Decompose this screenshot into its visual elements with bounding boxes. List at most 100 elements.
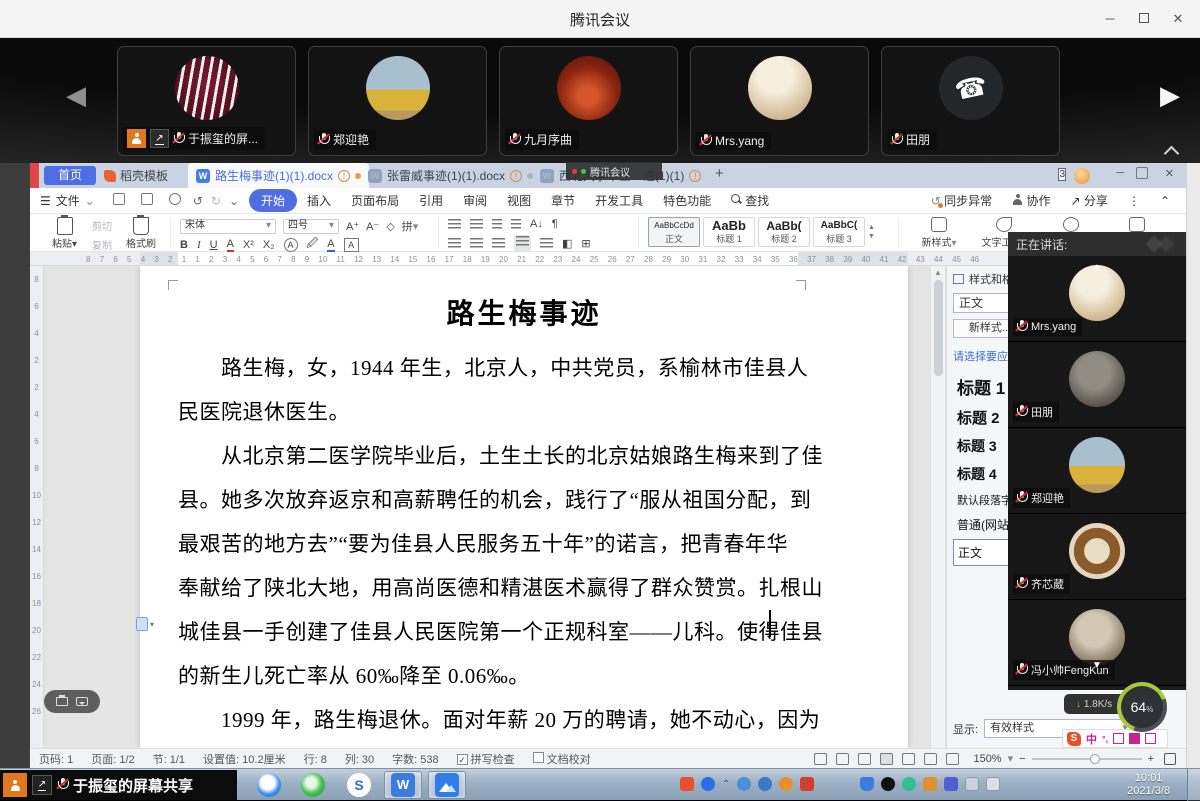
collaborate-button[interactable]: 协作: [1002, 189, 1060, 212]
doc-count-badge[interactable]: 3: [1058, 168, 1066, 182]
speaking-tile[interactable]: 冯小帅FengKun ▼: [1008, 600, 1186, 686]
pinyin-icon[interactable]: 拼▾: [402, 218, 419, 234]
tab-document-2[interactable]: 张雷威事迹(1)(1).docx: [360, 163, 541, 188]
tab-home[interactable]: 首页: [44, 166, 96, 185]
show-desktop-button[interactable]: [1187, 769, 1200, 801]
performance-gauge[interactable]: 64%: [1117, 682, 1167, 732]
new-style-button[interactable]: 新样式▾: [910, 217, 968, 249]
taskbar-wps[interactable]: W: [384, 771, 422, 799]
tray-icon[interactable]: [902, 777, 916, 791]
floating-tools-pill[interactable]: [44, 690, 100, 713]
input-method-bar[interactable]: S 中 °,: [1062, 729, 1168, 748]
tray-icon[interactable]: [800, 777, 814, 791]
superscript-button[interactable]: X²: [243, 239, 254, 251]
bullet-list-icon[interactable]: [448, 219, 461, 230]
menu-review[interactable]: 审阅: [453, 189, 497, 212]
subscript-button[interactable]: X₂: [263, 239, 275, 251]
shading-icon[interactable]: ◧: [562, 237, 572, 250]
char-effect-icon[interactable]: A: [284, 238, 298, 252]
style-normal[interactable]: AaBbCcDd 正文: [648, 217, 700, 247]
tab-templates[interactable]: 稻壳模板: [104, 166, 168, 185]
menu-view[interactable]: 视图: [497, 189, 541, 212]
align-justify-icon[interactable]: [514, 235, 531, 251]
char-border-icon[interactable]: A: [344, 238, 359, 252]
taskbar-meeting[interactable]: [428, 771, 466, 799]
taskbar-clock[interactable]: 10:01 2021/3/8: [1127, 772, 1170, 798]
menu-section[interactable]: 章节: [541, 189, 585, 212]
video-tile[interactable]: 郑迎艳: [308, 46, 487, 156]
close-button[interactable]: ✕: [1164, 8, 1192, 30]
sort-icon[interactable]: A↓: [530, 218, 543, 230]
preview-icon[interactable]: [161, 193, 189, 208]
tray-expand-icon[interactable]: ⌃: [722, 779, 730, 790]
zoom-level[interactable]: 150%: [973, 753, 1001, 765]
page-view-icon[interactable]: [880, 753, 893, 765]
video-tile[interactable]: 田朋: [881, 46, 1060, 156]
menu-page-layout[interactable]: 页面布局: [341, 189, 409, 212]
font-color-red-button[interactable]: A: [227, 238, 234, 252]
toolbox-icon[interactable]: [1145, 733, 1156, 744]
scroll-left-icon[interactable]: ◀: [66, 80, 86, 111]
menu-references[interactable]: 引用: [409, 189, 453, 212]
format-painter-button[interactable]: 格式刷: [126, 217, 156, 250]
meeting-float-badge[interactable]: 腾讯会议: [566, 162, 662, 180]
collapse-ribbon-icon[interactable]: ⌃: [1150, 191, 1186, 211]
zoom-slider[interactable]: [1032, 758, 1142, 760]
scrollbar-thumb[interactable]: [934, 280, 943, 376]
zoom-slider-knob[interactable]: [1090, 754, 1100, 764]
collapse-strip-icon[interactable]: [1164, 146, 1180, 162]
taskbar-qq-browser[interactable]: [250, 771, 288, 799]
outline-view-icon[interactable]: [902, 753, 915, 765]
tray-magnifier-icon[interactable]: [779, 777, 793, 791]
fullscreen-view-icon[interactable]: [814, 753, 827, 765]
wps-close-button[interactable]: ✕: [1165, 167, 1174, 180]
style-heading3[interactable]: AaBbC( 标题 3: [813, 217, 865, 247]
menu-dev-tools[interactable]: 开发工具: [585, 189, 653, 212]
tray-qq-icon[interactable]: [881, 777, 895, 791]
read-view-icon[interactable]: [836, 753, 849, 765]
style-heading2[interactable]: AaBb( 标题 2: [758, 217, 810, 247]
cut-button[interactable]: 剪切: [92, 218, 112, 233]
paragraph-mark-icon[interactable]: ¶: [552, 218, 558, 230]
scroll-down-icon[interactable]: ▼: [1092, 660, 1102, 671]
speaking-tile[interactable]: 田朋: [1008, 342, 1186, 428]
video-tile[interactable]: 九月序曲: [499, 46, 678, 156]
border-icon[interactable]: ⊞: [581, 237, 590, 250]
taskbar-wechat[interactable]: [294, 771, 332, 799]
scroll-up-icon[interactable]: ▲: [934, 268, 942, 277]
style-heading1[interactable]: AaBb 标题 1: [703, 217, 755, 247]
tray-icon[interactable]: [944, 777, 958, 791]
paste-button[interactable]: 粘贴▾: [52, 217, 77, 250]
menu-insert[interactable]: 插入: [297, 189, 341, 212]
align-center-icon[interactable]: [470, 238, 483, 249]
zoom-out-button[interactable]: −: [1019, 753, 1025, 765]
bold-button[interactable]: B: [180, 239, 188, 251]
scroll-right-icon[interactable]: ▶: [1160, 80, 1180, 111]
menu-start[interactable]: 开始: [249, 189, 297, 212]
account-avatar[interactable]: [1074, 168, 1090, 187]
scroll-up-icon[interactable]: ▲: [1092, 262, 1102, 273]
zoom-in-button[interactable]: +: [1148, 753, 1154, 765]
new-tab-button[interactable]: +: [715, 165, 724, 182]
chinese-mode-icon[interactable]: 中: [1086, 731, 1097, 747]
status-word-count[interactable]: 字数: 538: [383, 751, 447, 767]
italic-button[interactable]: I: [197, 239, 201, 251]
numbered-list-icon[interactable]: [470, 219, 483, 230]
speaking-tile[interactable]: 齐芯葳: [1008, 514, 1186, 600]
style-gallery-scroll[interactable]: ▲ ▼: [868, 224, 875, 240]
align-right-icon[interactable]: [492, 238, 505, 249]
clear-format-icon[interactable]: ◇: [386, 220, 394, 233]
eye-protect-icon[interactable]: [946, 753, 959, 765]
find-menu[interactable]: 查找: [721, 189, 779, 212]
doc-proof-toggle[interactable]: 文档校对: [524, 751, 600, 767]
font-color-button[interactable]: A: [327, 238, 334, 252]
print-icon[interactable]: [133, 193, 161, 208]
punctuation-icon[interactable]: °,: [1102, 734, 1108, 744]
maximize-button[interactable]: [1130, 8, 1158, 30]
sogou-icon[interactable]: S: [1067, 732, 1081, 746]
save-icon[interactable]: [105, 193, 133, 208]
taskbar-sogou[interactable]: S: [340, 771, 378, 799]
sync-status[interactable]: ↺ 同步异常: [921, 189, 1002, 212]
underline-button[interactable]: U: [210, 239, 218, 251]
align-left-icon[interactable]: [448, 238, 461, 249]
